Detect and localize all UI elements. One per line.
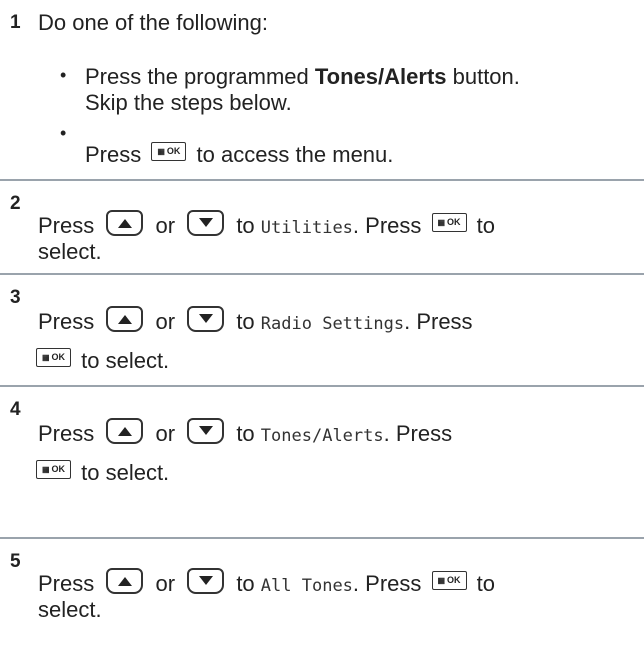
up-arrow-button-icon [106,418,144,445]
divider [0,273,644,275]
step-5-line-1: Press or to All Tones. Press ▦ OK to [38,568,495,599]
down-arrow-button-icon [187,306,225,333]
divider [0,385,644,387]
option-1-line-1: Press the programmed Tones/Alerts button… [85,64,520,89]
step-number: 2 [10,193,21,214]
bullet: • [60,123,67,143]
down-arrow-button-icon [187,418,225,445]
down-arrow-button-icon [187,210,225,237]
tones-alerts-button-name: Tones/Alerts [314,64,447,89]
menu-ok-button-icon: ▦ OK [36,459,71,479]
step-5-line-2: select. [38,597,102,622]
divider [0,537,644,539]
step-2-line-2: select. [38,239,102,264]
step-number: 1 [10,12,21,33]
divider [0,179,644,181]
step-4-line-1: Press or to Tones/Alerts. Press [38,418,452,449]
menu-ok-button-icon: ▦ OK [431,570,467,590]
bullet: • [60,65,67,85]
option-1-line-2: Skip the steps below. [85,90,292,115]
menu-item-name: Radio Settings [260,314,405,334]
down-arrow-button-icon [187,568,225,595]
menu-ok-button-icon: ▦ OK [151,141,187,161]
step-3-line-1: Press or to Radio Settings. Press [38,306,473,337]
up-arrow-button-icon [106,568,144,595]
menu-item-name: Utilities [260,218,353,238]
step-number: 3 [10,287,21,308]
up-arrow-button-icon [106,210,144,237]
step-4-line-2: ▦ OK to select. [32,459,169,486]
step-number: 5 [10,551,21,572]
step-2-line-1: Press or to Utilities. Press ▦ OK to [38,210,495,241]
option-2-line: Press ▦ OK to access the menu. [85,141,394,167]
step-3-line-2: ▦ OK to select. [32,347,169,374]
step-number: 4 [10,399,21,420]
step-intro: Do one of the following: [38,10,268,35]
menu-ok-button-icon: ▦ OK [36,347,71,367]
menu-ok-button-icon: ▦ OK [431,212,467,232]
menu-item-name: Tones/Alerts [260,426,384,446]
menu-item-name: All Tones [260,576,353,596]
up-arrow-button-icon [106,306,144,333]
